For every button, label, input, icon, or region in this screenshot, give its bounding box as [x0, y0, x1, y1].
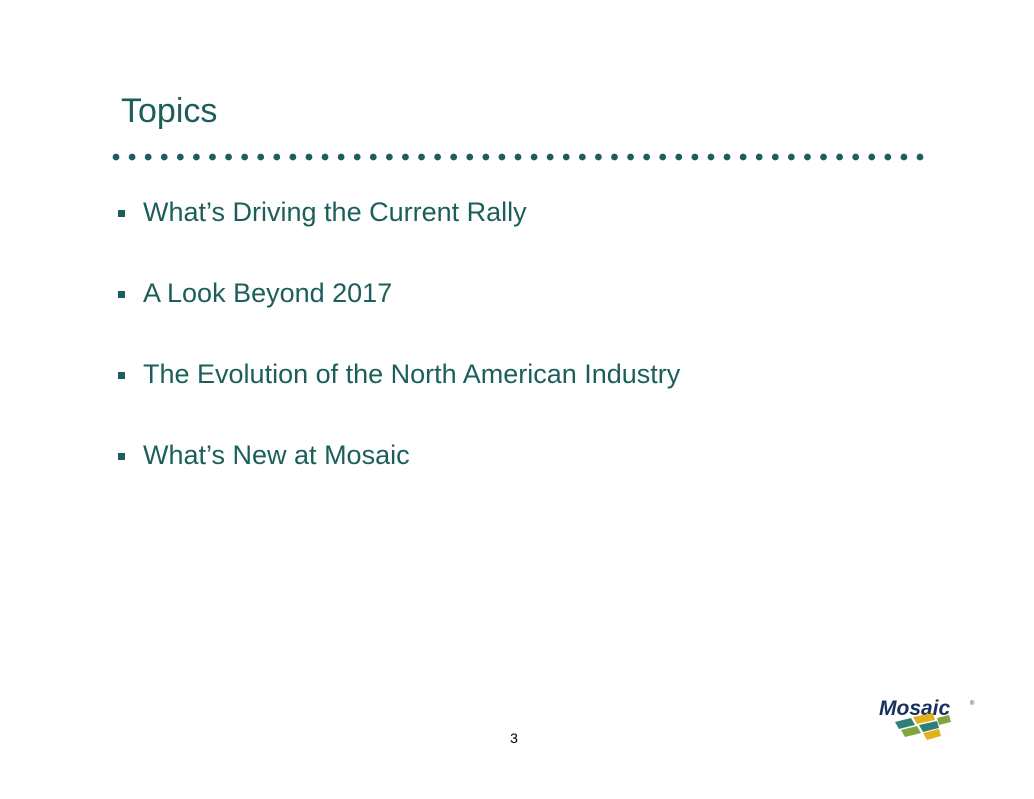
logo-wordmark: Mosaic [879, 697, 951, 720]
divider-dot [659, 153, 667, 161]
svg-text:®: ® [970, 700, 975, 707]
topic-item: What’s New at Mosaic [118, 435, 680, 475]
divider-dot [353, 153, 361, 161]
topic-text: A Look Beyond 2017 [143, 277, 393, 308]
divider-dot [144, 153, 152, 161]
divider-dot [868, 153, 876, 161]
divider-dot [900, 153, 908, 161]
divider-dot [112, 153, 120, 161]
divider-dot [209, 153, 216, 161]
dotted-divider [112, 153, 924, 161]
divider-dot [160, 153, 168, 161]
topic-text: What’s New at Mosaic [143, 439, 410, 470]
divider-dot [514, 153, 522, 161]
divider-dot [369, 153, 377, 161]
divider-dot [707, 153, 715, 161]
divider-dot [723, 153, 731, 161]
divider-dot [193, 153, 200, 161]
topic-list: What’s Driving the Current Rally A Look … [118, 192, 680, 516]
divider-dot [289, 153, 297, 161]
divider-dot [241, 153, 249, 161]
topic-text: What’s Driving the Current Rally [143, 196, 527, 227]
divider-dot [787, 153, 795, 161]
divider-dot [739, 153, 747, 161]
divider-dot [128, 153, 136, 161]
divider-dot [578, 153, 586, 161]
divider-dot [273, 153, 281, 161]
divider-dot [771, 153, 779, 161]
divider-dot [498, 153, 506, 161]
topic-item: A Look Beyond 2017 [118, 273, 680, 313]
topic-item: What’s Driving the Current Rally [118, 192, 680, 232]
topic-text: The Evolution of the North American Indu… [143, 358, 681, 389]
divider-dot [450, 153, 458, 161]
divider-dot [176, 153, 184, 161]
divider-dot [595, 153, 602, 161]
divider-dot [884, 153, 892, 161]
divider-dot [643, 153, 651, 161]
divider-dot [691, 153, 699, 161]
divider-dot [852, 153, 860, 161]
divider-dot [755, 153, 763, 161]
divider-dot [466, 153, 474, 161]
bullet-square-icon [118, 290, 125, 298]
divider-dot [225, 153, 232, 161]
topic-item: The Evolution of the North American Indu… [118, 354, 680, 394]
divider-dot [482, 153, 490, 161]
divider-dot [836, 153, 843, 161]
divider-dot [321, 153, 329, 161]
divider-dot [402, 153, 409, 161]
divider-dot [546, 153, 554, 161]
divider-dot [916, 153, 924, 161]
divider-dot [385, 153, 393, 161]
divider-dot [820, 153, 827, 161]
bullet-square-icon [118, 371, 125, 379]
divider-dot [675, 153, 683, 161]
slide-title: Topics [121, 92, 218, 130]
divider-dot [611, 153, 618, 161]
divider-dot [804, 153, 811, 161]
divider-dot [337, 153, 345, 161]
bullet-square-icon [118, 452, 125, 460]
divider-dot [562, 153, 570, 161]
divider-dot [257, 153, 265, 161]
page-number: 3 [510, 730, 518, 746]
divider-dot [627, 153, 634, 161]
divider-dot [305, 153, 313, 161]
divider-dot [434, 153, 441, 161]
mosaic-logo-icon: Mosaic ® [879, 697, 975, 740]
divider-dot [418, 153, 425, 161]
divider-dot [530, 153, 538, 161]
bullet-square-icon [118, 209, 125, 217]
